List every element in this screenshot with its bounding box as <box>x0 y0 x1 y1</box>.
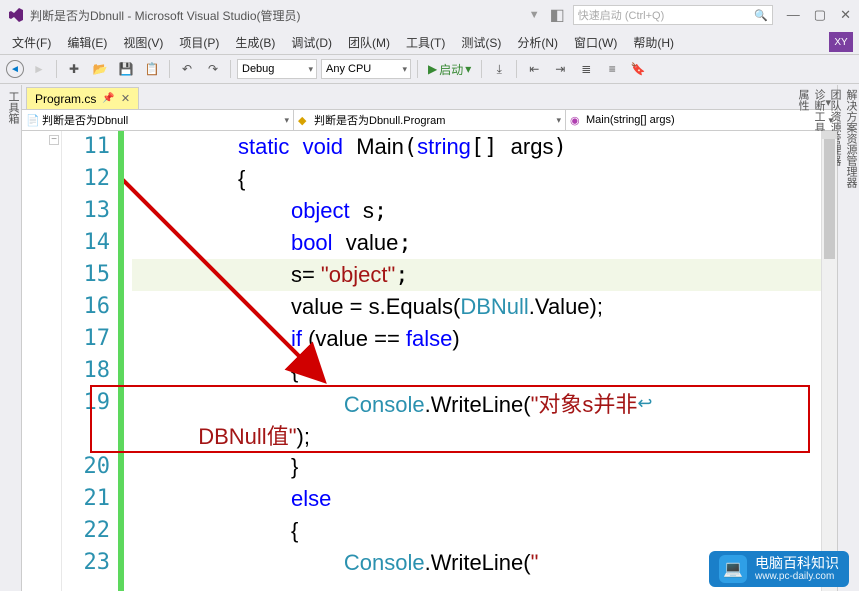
step-button[interactable]: ⤓ <box>488 58 510 80</box>
maximize-button[interactable]: ▢ <box>814 7 826 23</box>
window-title: 判断是否为Dbnull - Microsoft Visual Studio(管理… <box>30 7 301 24</box>
file-tab-program[interactable]: Program.cs 📌 ✕ <box>26 87 139 109</box>
notifications-icon[interactable]: ▼ <box>529 9 540 21</box>
nav-method-dropdown[interactable]: ◉ Main(string[] args) <box>566 110 837 130</box>
document-tabs: Program.cs 📌 ✕ ▾ <box>22 85 837 109</box>
menu-team[interactable]: 团队(M) <box>342 32 396 53</box>
code-navbar: 📄 判断是否为Dbnull ◆ 判断是否为Dbnull.Program ◉ Ma… <box>22 109 837 131</box>
platform-dropdown[interactable]: Any CPU <box>321 59 411 79</box>
bookmark-button[interactable]: 🔖 <box>627 58 649 80</box>
config-dropdown[interactable]: Debug <box>237 59 317 79</box>
nav-forward-button[interactable]: ► <box>28 58 50 80</box>
watermark-title: 电脑百科知识 <box>755 556 839 571</box>
nav-project-dropdown[interactable]: 📄 判断是否为Dbnull <box>22 110 294 130</box>
toolbar: ◄ ► ✚ 📂 💾 📋 ↶ ↷ Debug Any CPU ▶ 启动 ▾ ⤓ ⇤… <box>0 54 859 84</box>
watermark: 💻 电脑百科知识 www.pc-daily.com <box>709 551 849 587</box>
comment-button[interactable]: ≣ <box>575 58 597 80</box>
outline-collapse-icon[interactable]: − <box>49 135 59 145</box>
code-editor[interactable]: − 11 12 13 14 15 16 17 18 19 20 21 22 23 <box>22 131 837 591</box>
nav-class-dropdown[interactable]: ◆ 判断是否为Dbnull.Program <box>294 110 566 130</box>
menu-tools[interactable]: 工具(T) <box>400 32 451 53</box>
close-button[interactable]: ✕ <box>840 7 851 23</box>
method-icon: ◉ <box>570 114 582 126</box>
solution-explorer-tab[interactable]: 解决方案资源管理器 <box>843 89 859 587</box>
indent-less-button[interactable]: ⇤ <box>523 58 545 80</box>
tab-label: Program.cs <box>35 92 96 106</box>
feedback-icon[interactable]: ◧ <box>550 5 565 25</box>
indent-more-button[interactable]: ⇥ <box>549 58 571 80</box>
user-badge[interactable]: XY <box>829 32 853 52</box>
menu-file[interactable]: 文件(F) <box>6 32 57 53</box>
menu-debug[interactable]: 调试(D) <box>285 32 338 53</box>
class-icon: ◆ <box>298 114 310 126</box>
toolbox-tab[interactable]: 工具箱 <box>0 85 22 591</box>
scroll-thumb[interactable] <box>824 139 835 259</box>
menu-view[interactable]: 视图(V) <box>117 32 169 53</box>
minimize-button[interactable]: — <box>787 7 800 23</box>
split-handle[interactable] <box>822 131 837 139</box>
menu-test[interactable]: 测试(S) <box>455 32 507 53</box>
menu-analyze[interactable]: 分析(N) <box>511 32 564 53</box>
open-button[interactable]: 📂 <box>89 58 111 80</box>
titlebar: 判断是否为Dbnull - Microsoft Visual Studio(管理… <box>0 0 859 30</box>
new-project-button[interactable]: ✚ <box>63 58 85 80</box>
menu-project[interactable]: 项目(P) <box>173 32 225 53</box>
nav-back-button[interactable]: ◄ <box>6 60 24 78</box>
line-wrap-icon: ↩ <box>637 393 652 414</box>
vertical-scrollbar[interactable] <box>821 131 837 591</box>
pin-icon[interactable]: 📌 <box>102 93 114 104</box>
csharp-project-icon: 📄 <box>26 114 38 126</box>
save-all-button[interactable]: 📋 <box>141 58 163 80</box>
menu-edit[interactable]: 编辑(E) <box>61 32 113 53</box>
watermark-url: www.pc-daily.com <box>755 571 839 582</box>
line-number-gutter: 11 12 13 14 15 16 17 18 19 20 21 22 23 <box>62 131 118 591</box>
search-icon: 🔍 <box>754 9 768 22</box>
watermark-icon: 💻 <box>719 555 747 583</box>
quick-launch-input[interactable]: 快速启动 (Ctrl+Q) 🔍 <box>573 5 773 25</box>
menu-window[interactable]: 窗口(W) <box>568 32 623 53</box>
right-sidebar-tabs: 解决方案资源管理器 团队资源管理器 诊断工具 属性 <box>837 85 859 591</box>
vs-logo-icon <box>8 7 24 23</box>
save-button[interactable]: 💾 <box>115 58 137 80</box>
menu-help[interactable]: 帮助(H) <box>627 32 680 53</box>
uncomment-button[interactable]: ≡ <box>601 58 623 80</box>
undo-button[interactable]: ↶ <box>176 58 198 80</box>
close-tab-icon[interactable]: ✕ <box>121 92 130 105</box>
start-debug-button[interactable]: ▶ 启动 ▾ <box>424 61 475 78</box>
menubar: 文件(F) 编辑(E) 视图(V) 项目(P) 生成(B) 调试(D) 团队(M… <box>0 30 859 54</box>
menu-build[interactable]: 生成(B) <box>229 32 281 53</box>
redo-button[interactable]: ↷ <box>202 58 224 80</box>
